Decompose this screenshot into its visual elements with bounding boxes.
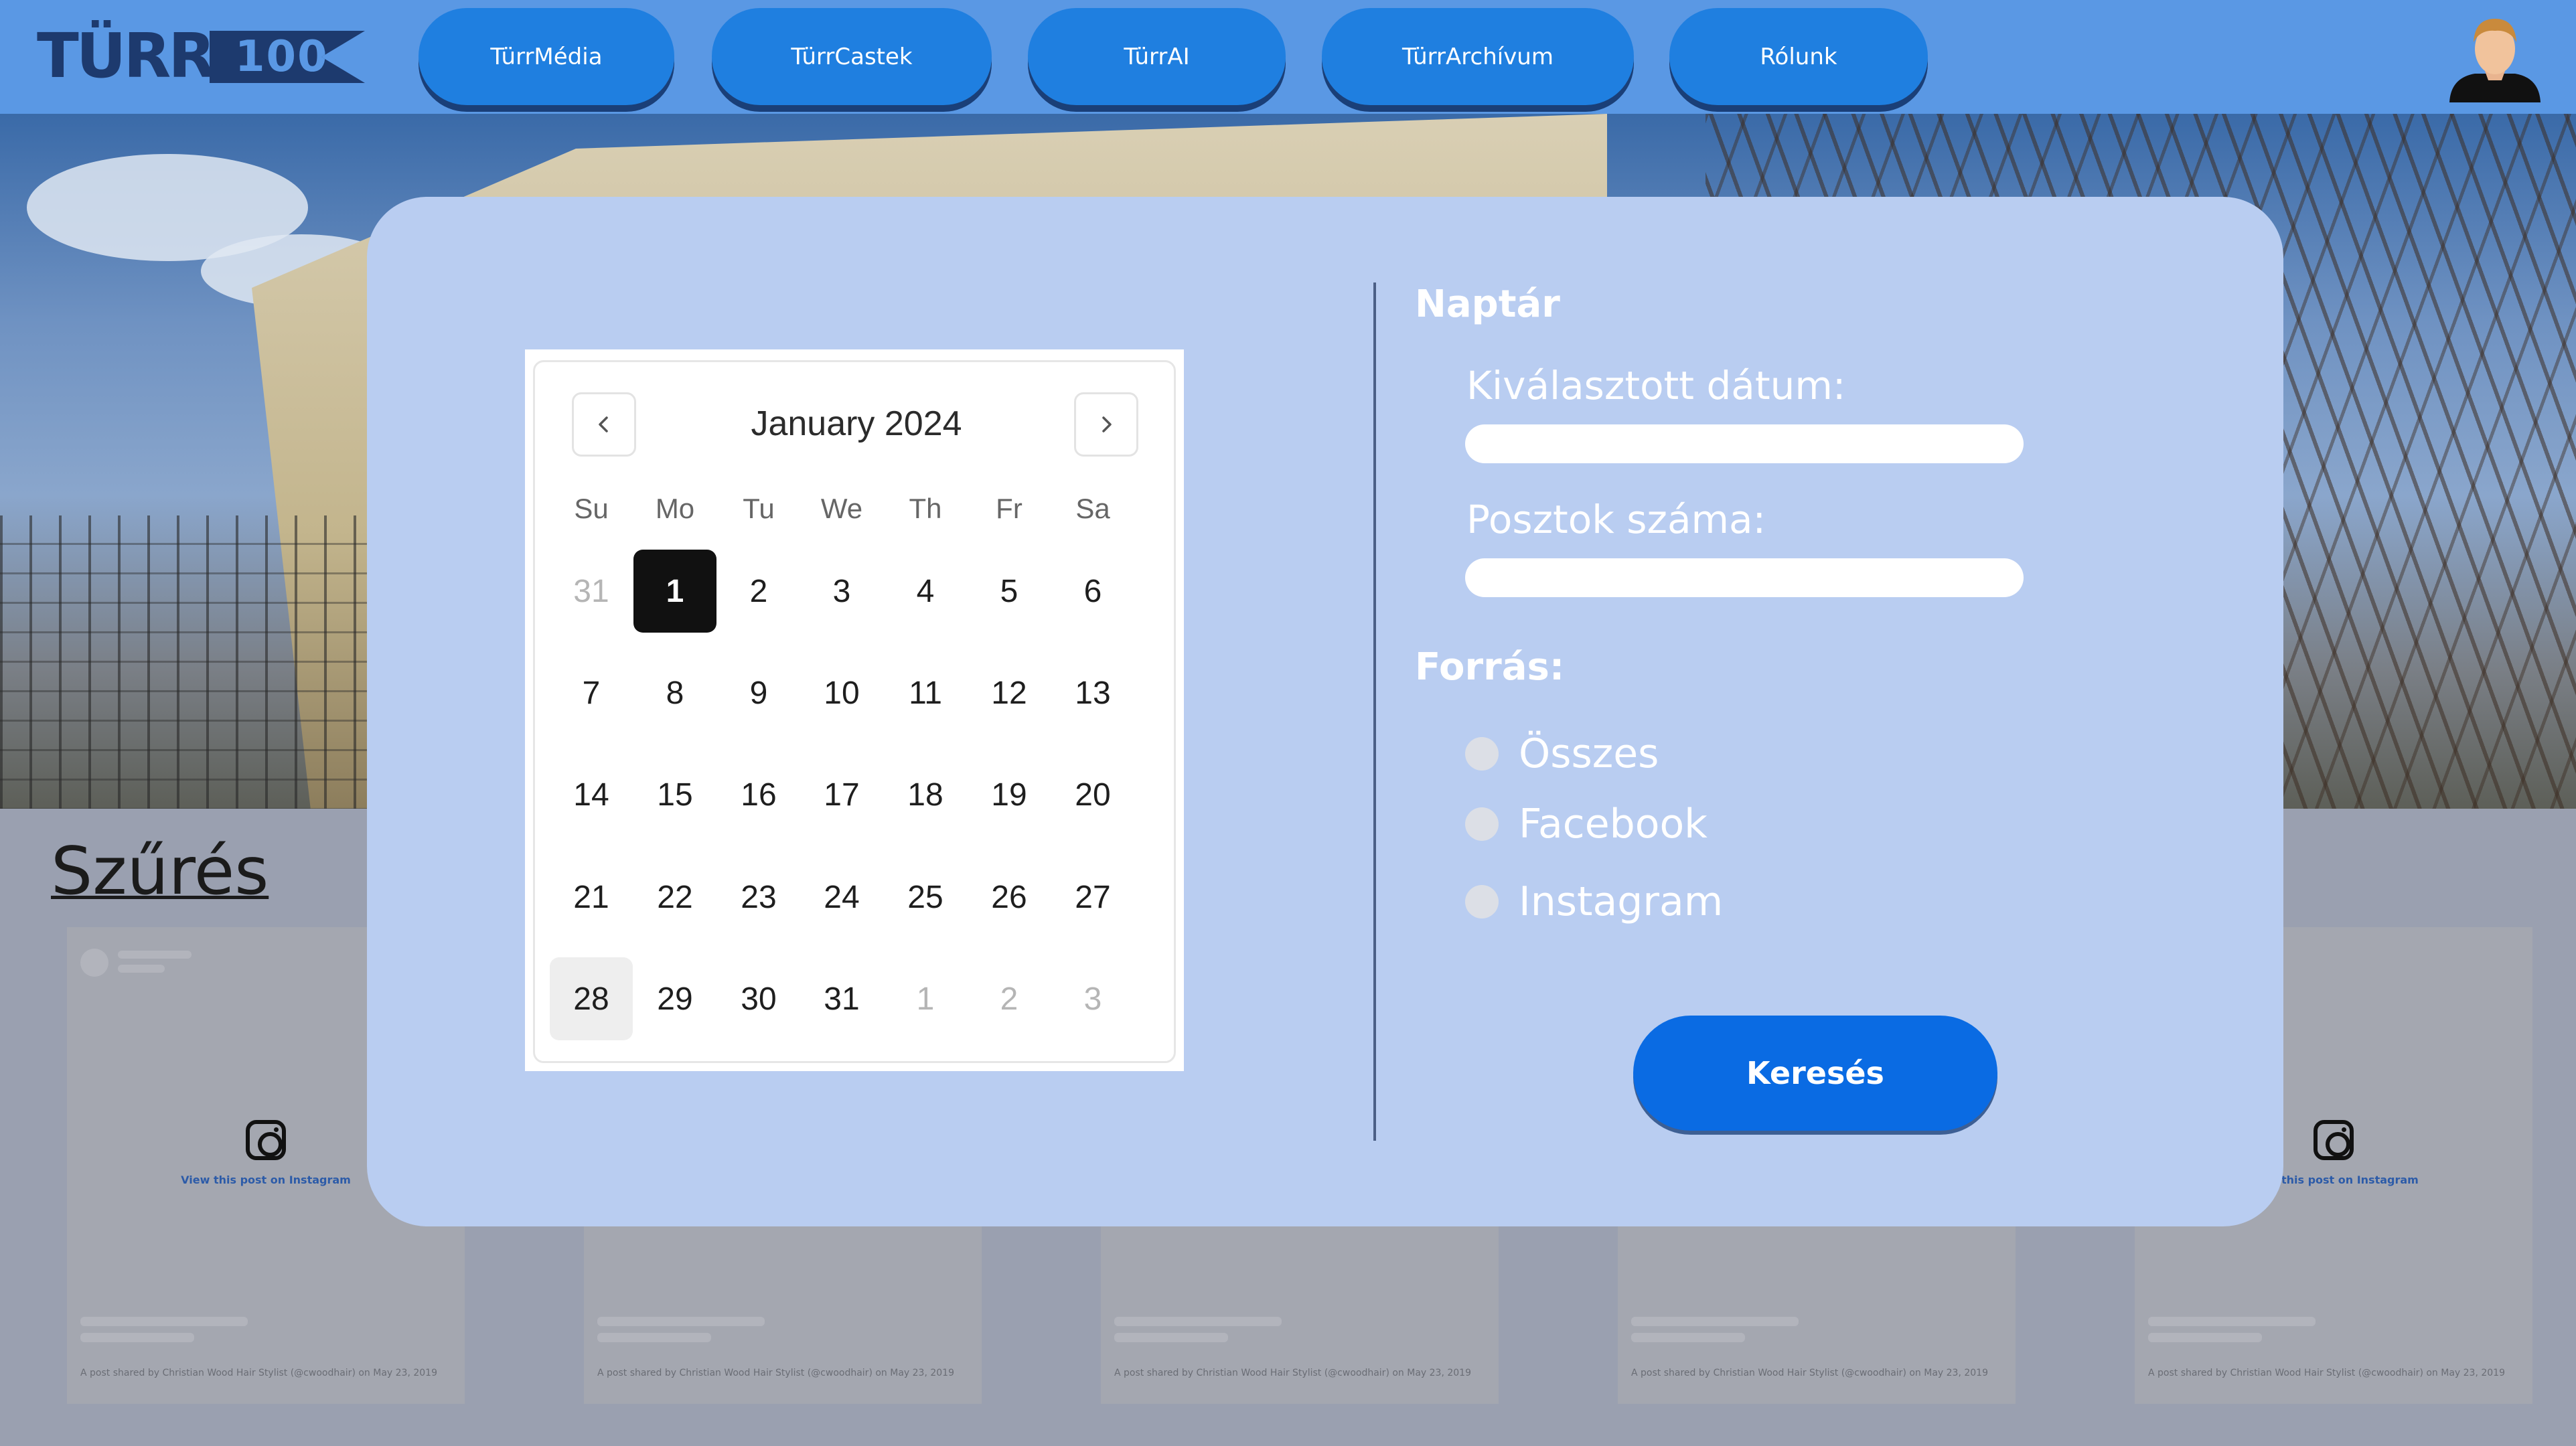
source-option-facebook[interactable]: Facebook <box>1465 801 1708 848</box>
calendar-day-cell[interactable]: 6 <box>1051 550 1134 633</box>
source-heading: Forrás: <box>1415 645 1565 689</box>
nav-turrai-button[interactable]: TürrAI <box>1028 8 1286 105</box>
calendar-day-cell[interactable]: 17 <box>800 753 883 836</box>
user-avatar-icon[interactable] <box>2448 12 2542 102</box>
selected-date-label: Kiválasztott dátum: <box>1466 363 1846 408</box>
calendar-day-cell[interactable]: 26 <box>968 856 1051 939</box>
post-caption: A post shared by Christian Wood Hair Sty… <box>1631 1368 1988 1378</box>
calendar-day-cell[interactable]: 8 <box>633 651 716 734</box>
weekday-label: Sa <box>1075 493 1110 524</box>
selected-day-cell[interactable]: 1 <box>633 550 716 633</box>
radio-button[interactable] <box>1465 885 1499 918</box>
post-caption: A post shared by Christian Wood Hair Sty… <box>1114 1368 1471 1378</box>
calendar-day-cell[interactable]: 7 <box>550 651 633 734</box>
radio-button[interactable] <box>1465 737 1499 771</box>
weekday-label: Th <box>909 493 942 524</box>
calendar-day-cell[interactable]: 1 <box>884 957 967 1040</box>
logo-wordmark: TÜRR <box>37 20 216 92</box>
logo-badge-text: 100 <box>235 32 329 82</box>
weekday-label: Tu <box>743 493 775 524</box>
nav-rolunk-button[interactable]: Rólunk <box>1669 8 1928 105</box>
calendar-day-cell[interactable]: 31 <box>550 550 633 633</box>
calendar-day-cell[interactable]: 3 <box>800 550 883 633</box>
source-option-all[interactable]: Összes <box>1465 730 1659 777</box>
nav-turrarchivum-button[interactable]: TürrArchívum <box>1322 8 1634 105</box>
panel-title: Naptár <box>1415 283 1560 326</box>
calendar-day-cell[interactable]: 27 <box>1051 856 1134 939</box>
chevron-right-icon <box>1102 416 1112 432</box>
source-option-instagram[interactable]: Instagram <box>1465 878 1723 925</box>
calendar-day-cell[interactable]: 25 <box>884 856 967 939</box>
filter-heading[interactable]: Szűrés <box>51 833 269 910</box>
calendar-day-cell[interactable]: 14 <box>550 753 633 836</box>
fence-image <box>0 515 375 809</box>
selected-date-field[interactable] <box>1465 424 2024 463</box>
calendar-day-cell[interactable]: 12 <box>968 651 1051 734</box>
calendar-day-cell[interactable]: 16 <box>717 753 800 836</box>
calendar-day-cell[interactable]: 10 <box>800 651 883 734</box>
turr100-logo[interactable]: TÜRR 100 <box>37 25 365 87</box>
weekday-label: Su <box>574 493 609 524</box>
date-picker: January 2024 Su Mo Tu We Th Fr Sa 31 1 2 3 4 5 6 7 8 9 1… <box>525 349 1184 1071</box>
calendar-day-cell[interactable]: 31 <box>800 957 883 1040</box>
calendar-day-cell[interactable]: 13 <box>1051 651 1134 734</box>
post-count-label: Posztok száma: <box>1466 497 1766 542</box>
post-count-field[interactable] <box>1465 558 2024 597</box>
instagram-icon <box>2314 1120 2354 1160</box>
post-caption: A post shared by Christian Wood Hair Sty… <box>2148 1368 2505 1378</box>
nav-turrmedia-button[interactable]: TürrMédia <box>419 8 674 105</box>
calendar-day-cell[interactable]: 28 <box>550 957 633 1040</box>
modal-divider <box>1373 283 1376 1141</box>
weekday-label: Mo <box>655 493 695 524</box>
calendar-day-cell[interactable]: 19 <box>968 753 1051 836</box>
calendar-day-cell[interactable]: 5 <box>968 550 1051 633</box>
calendar-day-cell[interactable]: 22 <box>633 856 716 939</box>
instagram-icon <box>246 1120 286 1160</box>
calendar-day-cell[interactable]: 2 <box>968 957 1051 1040</box>
calendar-day-cell[interactable]: 29 <box>633 957 716 1040</box>
calendar-day-cell[interactable]: 21 <box>550 856 633 939</box>
calendar-day-cell[interactable]: 18 <box>884 753 967 836</box>
weekday-label: We <box>820 493 863 524</box>
calendar-day-cell[interactable]: 3 <box>1051 957 1134 1040</box>
source-option-label: Összes <box>1519 730 1659 777</box>
calendar-day-cell[interactable]: 30 <box>717 957 800 1040</box>
calendar-day-cell[interactable]: 2 <box>717 550 800 633</box>
top-navbar: TÜRR 100 TürrMédia TürrCastek TürrAI Tür… <box>0 0 2576 114</box>
calendar-day-cell[interactable]: 9 <box>717 651 800 734</box>
post-caption: A post shared by Christian Wood Hair Sty… <box>597 1368 954 1378</box>
calendar-day-cell[interactable]: 20 <box>1051 753 1134 836</box>
search-button[interactable]: Keresés <box>1633 1016 1997 1131</box>
next-month-button[interactable] <box>1074 392 1138 457</box>
calendar-day-cell[interactable]: 15 <box>633 753 716 836</box>
calendar-panel: January 2024 Su Mo Tu We Th Fr Sa 31 1 2 3 4 5 6 7 8 9 1… <box>533 360 1176 1063</box>
calendar-day-cell[interactable]: 11 <box>884 651 967 734</box>
source-option-label: Instagram <box>1519 878 1724 925</box>
source-option-label: Facebook <box>1519 801 1708 848</box>
calendar-day-cell[interactable]: 23 <box>717 856 800 939</box>
radio-button[interactable] <box>1465 807 1499 841</box>
post-caption: A post shared by Christian Wood Hair Sty… <box>80 1368 437 1378</box>
weekday-label: Fr <box>996 493 1022 524</box>
filter-modal: January 2024 Su Mo Tu We Th Fr Sa 31 1 2 3 4 5 6 7 8 9 1… <box>367 197 2283 1226</box>
calendar-day-cell[interactable]: 24 <box>800 856 883 939</box>
logo-badge: 100 <box>210 31 365 83</box>
nav-turrcastek-button[interactable]: TürrCastek <box>712 8 992 105</box>
calendar-day-cell[interactable]: 4 <box>884 550 967 633</box>
